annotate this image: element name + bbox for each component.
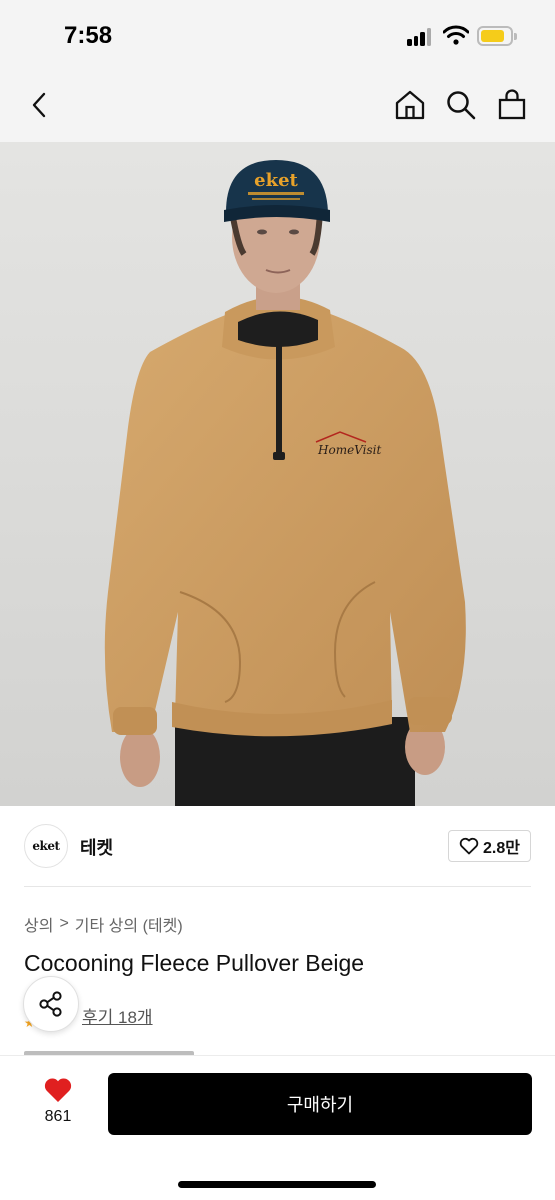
heart-filled-icon <box>44 1078 72 1102</box>
chevron-left-icon <box>32 92 46 118</box>
home-indicator <box>178 1181 376 1188</box>
share-icon <box>39 991 62 1017</box>
review-link[interactable]: 후기 18개 <box>82 1003 153 1028</box>
brand-name[interactable]: 테켓 <box>80 834 113 860</box>
bag-button[interactable] <box>494 87 530 123</box>
brand-like-button[interactable]: 2.8만 <box>448 830 531 862</box>
search-button[interactable] <box>443 87 479 123</box>
share-button[interactable] <box>23 976 79 1032</box>
wishlist-button[interactable]: 861 <box>38 1076 78 1136</box>
status-bar: 7:58 <box>0 0 555 72</box>
breadcrumb-separator: > <box>59 915 69 932</box>
buy-button[interactable]: 구매하기 <box>108 1073 532 1135</box>
wifi-icon <box>442 24 470 46</box>
brand-row: eket 테켓 2.8만 <box>0 806 555 886</box>
home-icon <box>395 90 425 120</box>
product-title: Cocooning Fleece Pullover Beige <box>24 950 365 976</box>
back-button[interactable] <box>22 87 58 123</box>
status-time: 7:58 <box>64 22 113 49</box>
chest-logo-text: HomeVisit <box>317 443 381 457</box>
home-button[interactable] <box>392 87 428 123</box>
heart-outline-icon <box>459 837 479 855</box>
brand-logo[interactable]: eket <box>24 824 68 868</box>
breadcrumb-subcategory[interactable]: 기타 상의 (테켓) <box>75 912 183 936</box>
top-nav-bar <box>0 72 555 142</box>
breadcrumb-category[interactable]: 상의 <box>24 912 53 936</box>
brand-like-count: 2.8만 <box>483 840 520 857</box>
search-icon <box>447 91 476 120</box>
shopping-bag-icon <box>498 89 526 120</box>
cap-logo-text: eket <box>254 170 298 191</box>
signal-icon <box>407 28 433 46</box>
wishlist-count: 861 <box>44 1108 72 1125</box>
battery-icon <box>477 26 517 46</box>
bottom-action-bar: 861 구매하기 <box>0 1055 555 1200</box>
divider <box>24 886 531 887</box>
breadcrumb: 상의 > 기타 상의 (테켓) <box>24 912 183 936</box>
product-image[interactable]: eket HomeVisit <box>0 142 555 806</box>
